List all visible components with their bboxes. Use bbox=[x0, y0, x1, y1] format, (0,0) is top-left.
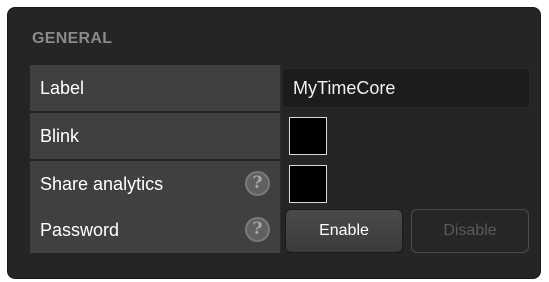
row-value-cell: MyTimeCore bbox=[282, 65, 540, 111]
disable-button[interactable]: Disable bbox=[411, 209, 529, 253]
blink-checkbox[interactable] bbox=[289, 117, 327, 155]
help-icon[interactable]: ? bbox=[245, 171, 270, 196]
row-label-cell: Password ? bbox=[30, 207, 281, 253]
row-value-cell bbox=[282, 161, 540, 207]
share-analytics-checkbox[interactable] bbox=[289, 165, 327, 203]
help-icon[interactable]: ? bbox=[245, 217, 270, 242]
settings-row-label: Label MyTimeCore bbox=[30, 65, 540, 111]
row-label-text: Blink bbox=[40, 126, 80, 146]
row-value-cell: Enable Disable bbox=[282, 207, 540, 253]
section-title: GENERAL bbox=[32, 30, 113, 47]
row-label-cell: Blink bbox=[30, 113, 281, 159]
row-label-text: Password bbox=[40, 220, 120, 240]
general-settings-panel: GENERAL Label MyTimeCore Blink Share ana… bbox=[8, 8, 540, 278]
settings-row-blink: Blink bbox=[30, 113, 540, 159]
enable-button[interactable]: Enable bbox=[285, 209, 403, 253]
row-label-text: Label bbox=[40, 78, 85, 98]
row-label-cell: Label bbox=[30, 65, 281, 111]
label-input[interactable]: MyTimeCore bbox=[282, 68, 530, 108]
row-label-text: Share analytics bbox=[40, 174, 164, 194]
row-label-cell: Share analytics ? bbox=[30, 161, 281, 207]
settings-row-share-analytics: Share analytics ? bbox=[30, 161, 540, 207]
row-value-cell bbox=[282, 113, 540, 159]
settings-row-password: Password ? Enable Disable bbox=[30, 207, 540, 253]
